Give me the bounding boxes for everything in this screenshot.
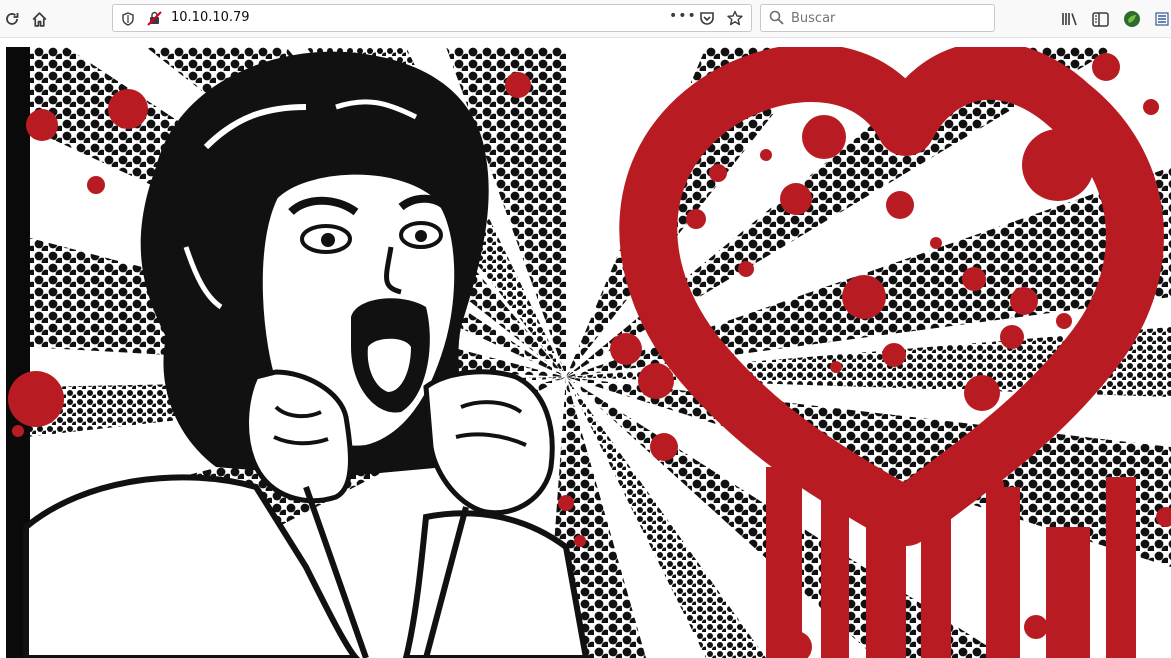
home-button[interactable] xyxy=(27,7,51,31)
extension-button[interactable] xyxy=(1120,7,1144,31)
insecure-connection-icon[interactable] xyxy=(147,11,162,30)
library-button[interactable] xyxy=(1058,7,1082,31)
browser-toolbar: 10.10.10.79 ••• Buscar xyxy=(0,0,1171,38)
shield-icon[interactable] xyxy=(121,11,135,30)
sidebar-icon xyxy=(1091,11,1109,27)
reload-button[interactable] xyxy=(0,7,24,31)
sidebar-button[interactable] xyxy=(1088,7,1112,31)
menu-button[interactable] xyxy=(1150,7,1171,31)
home-icon xyxy=(32,11,46,27)
pocket-icon[interactable] xyxy=(699,10,715,30)
search-icon xyxy=(769,10,784,29)
search-bar[interactable]: Buscar xyxy=(760,4,995,32)
library-icon xyxy=(1062,13,1077,26)
search-placeholder: Buscar xyxy=(791,11,836,26)
address-bar[interactable]: 10.10.10.79 ••• xyxy=(112,4,752,32)
extension-icon xyxy=(1124,11,1140,27)
more-icon[interactable]: ••• xyxy=(669,8,697,24)
menu-icon xyxy=(1155,12,1169,26)
url-text[interactable]: 10.10.10.79 xyxy=(171,10,250,25)
star-icon[interactable] xyxy=(727,10,743,30)
page-viewport xyxy=(0,39,1171,658)
reload-icon xyxy=(6,13,19,25)
heartbleed-banner-image xyxy=(6,47,1171,658)
